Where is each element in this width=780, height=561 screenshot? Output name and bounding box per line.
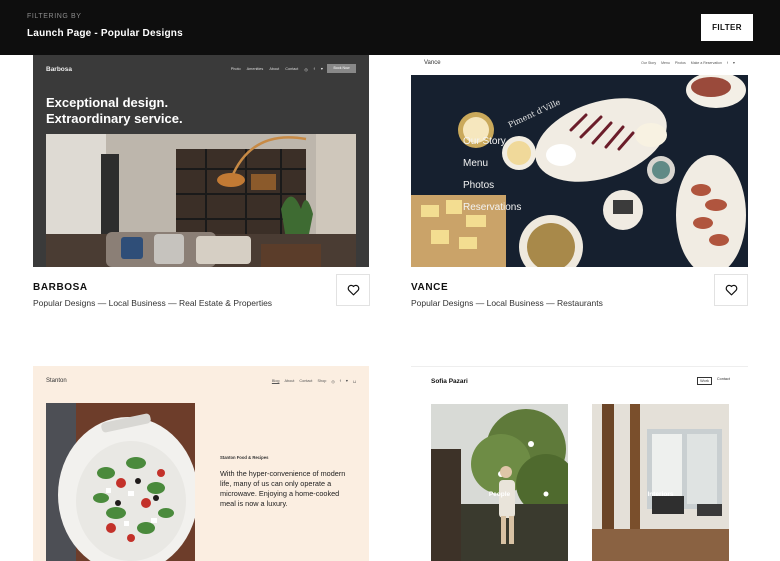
template-tags: Popular Designs — Local Business — Real … xyxy=(33,298,273,308)
preview-menu-item: Menu xyxy=(463,158,489,169)
preview-nav-item: Contact xyxy=(299,379,313,383)
preview-kicker: Stanton Food & Recipes xyxy=(220,455,269,460)
preview-nav-item: Shop xyxy=(317,379,327,383)
instagram-icon: ◎ xyxy=(304,68,308,72)
preview-nav-item: Contact xyxy=(716,377,730,381)
instagram-icon: ◎ xyxy=(331,380,335,384)
twitter-icon: ♥ xyxy=(345,379,349,383)
preview-cta-button: Book Now xyxy=(327,64,356,73)
template-preview-vance[interactable]: Vance Our Story Menu Photos Make a Reser… xyxy=(411,55,748,267)
preview-nav: Photo Amenities About Contact ◎ f ♥ xyxy=(231,67,323,72)
preview-nav-item: Photo xyxy=(230,67,241,71)
template-name[interactable]: VANCE xyxy=(411,282,448,293)
preview-body-text: With the hyper-convenience of modern lif… xyxy=(220,469,346,508)
interior-illustration xyxy=(46,134,356,267)
category-label: Interiors xyxy=(647,491,674,498)
cart-icon: ⊔ xyxy=(353,380,356,384)
filter-button[interactable]: FILTER xyxy=(701,14,753,41)
twitter-icon: ♥ xyxy=(732,61,735,65)
template-preview-barbosa[interactable]: Barbosa Photo Amenities About Contact ◎ … xyxy=(33,55,369,267)
template-preview-sofia-pazari[interactable]: Sofia Pazari Work Contact People Interio… xyxy=(411,366,748,561)
preview-logo: Vance xyxy=(424,60,441,66)
interior-photo xyxy=(46,134,356,267)
preview-nav-item: Photos xyxy=(674,61,686,65)
preview-nav: Our Story Menu Photos Make a Reservation… xyxy=(641,61,735,65)
interiors-illustration xyxy=(592,404,729,561)
preview-nav-item: Work xyxy=(697,377,712,385)
preview-menu-item: Our Story xyxy=(463,136,506,147)
template-name[interactable]: BARBOSA xyxy=(33,282,88,293)
salad-illustration xyxy=(46,403,195,561)
preview-logo: Sofia Pazari xyxy=(431,378,468,385)
people-photo: People xyxy=(431,404,568,561)
template-tags: Popular Designs — Local Business — Resta… xyxy=(411,298,603,308)
food-illustration xyxy=(411,75,748,267)
preview-menu-item: Photos xyxy=(463,180,495,191)
preview-nav-item: Our Story xyxy=(641,61,657,65)
filtering-label: FILTERING BY xyxy=(27,13,82,20)
favorite-button[interactable] xyxy=(714,274,748,306)
filter-bar: FILTERING BY Launch Page - Popular Desig… xyxy=(0,0,780,55)
preview-nav-item: Blog xyxy=(271,379,280,383)
preview-nav-item: Make a Reservation xyxy=(690,61,722,65)
favorite-button[interactable] xyxy=(336,274,370,306)
template-preview-stanton[interactable]: Stanton Blog About Contact Shop ◎ f ♥ ⊔ xyxy=(33,366,369,561)
heart-icon xyxy=(725,284,737,296)
preview-logo: Stanton xyxy=(46,378,67,384)
headline-line: Extraordinary service. xyxy=(46,111,183,126)
preview-menu: Our Story Menu Photos Reservations xyxy=(463,131,521,219)
filter-title: Launch Page - Popular Designs xyxy=(27,28,183,39)
food-table-photo: Piment d'Ville Our Story Menu Photos Res… xyxy=(411,75,748,267)
preview-nav-item: About xyxy=(284,379,295,383)
preview-nav-item: About xyxy=(269,67,280,71)
preview-nav: Work Contact xyxy=(697,377,730,385)
heart-icon xyxy=(347,284,359,296)
preview-nav-item: Amenities xyxy=(246,67,264,71)
preview-headline: Exceptional design. Extraordinary servic… xyxy=(46,95,183,127)
preview-nav-item: Contact xyxy=(285,67,299,71)
facebook-icon: f xyxy=(726,61,728,65)
interiors-photo: Interiors xyxy=(592,404,729,561)
preview-nav-item: Menu xyxy=(661,61,670,65)
category-label: People xyxy=(488,491,511,498)
preview-nav: Blog About Contact Shop ◎ f ♥ ⊔ xyxy=(272,379,356,384)
facebook-icon: f xyxy=(313,67,315,71)
headline-line: Exceptional design. xyxy=(46,95,169,110)
facebook-icon: f xyxy=(339,379,341,383)
people-illustration xyxy=(431,404,568,561)
preview-menu-item: Reservations xyxy=(463,202,522,213)
preview-logo: Barbosa xyxy=(46,66,73,73)
twitter-icon: ♥ xyxy=(320,67,323,71)
salad-photo xyxy=(46,403,195,561)
